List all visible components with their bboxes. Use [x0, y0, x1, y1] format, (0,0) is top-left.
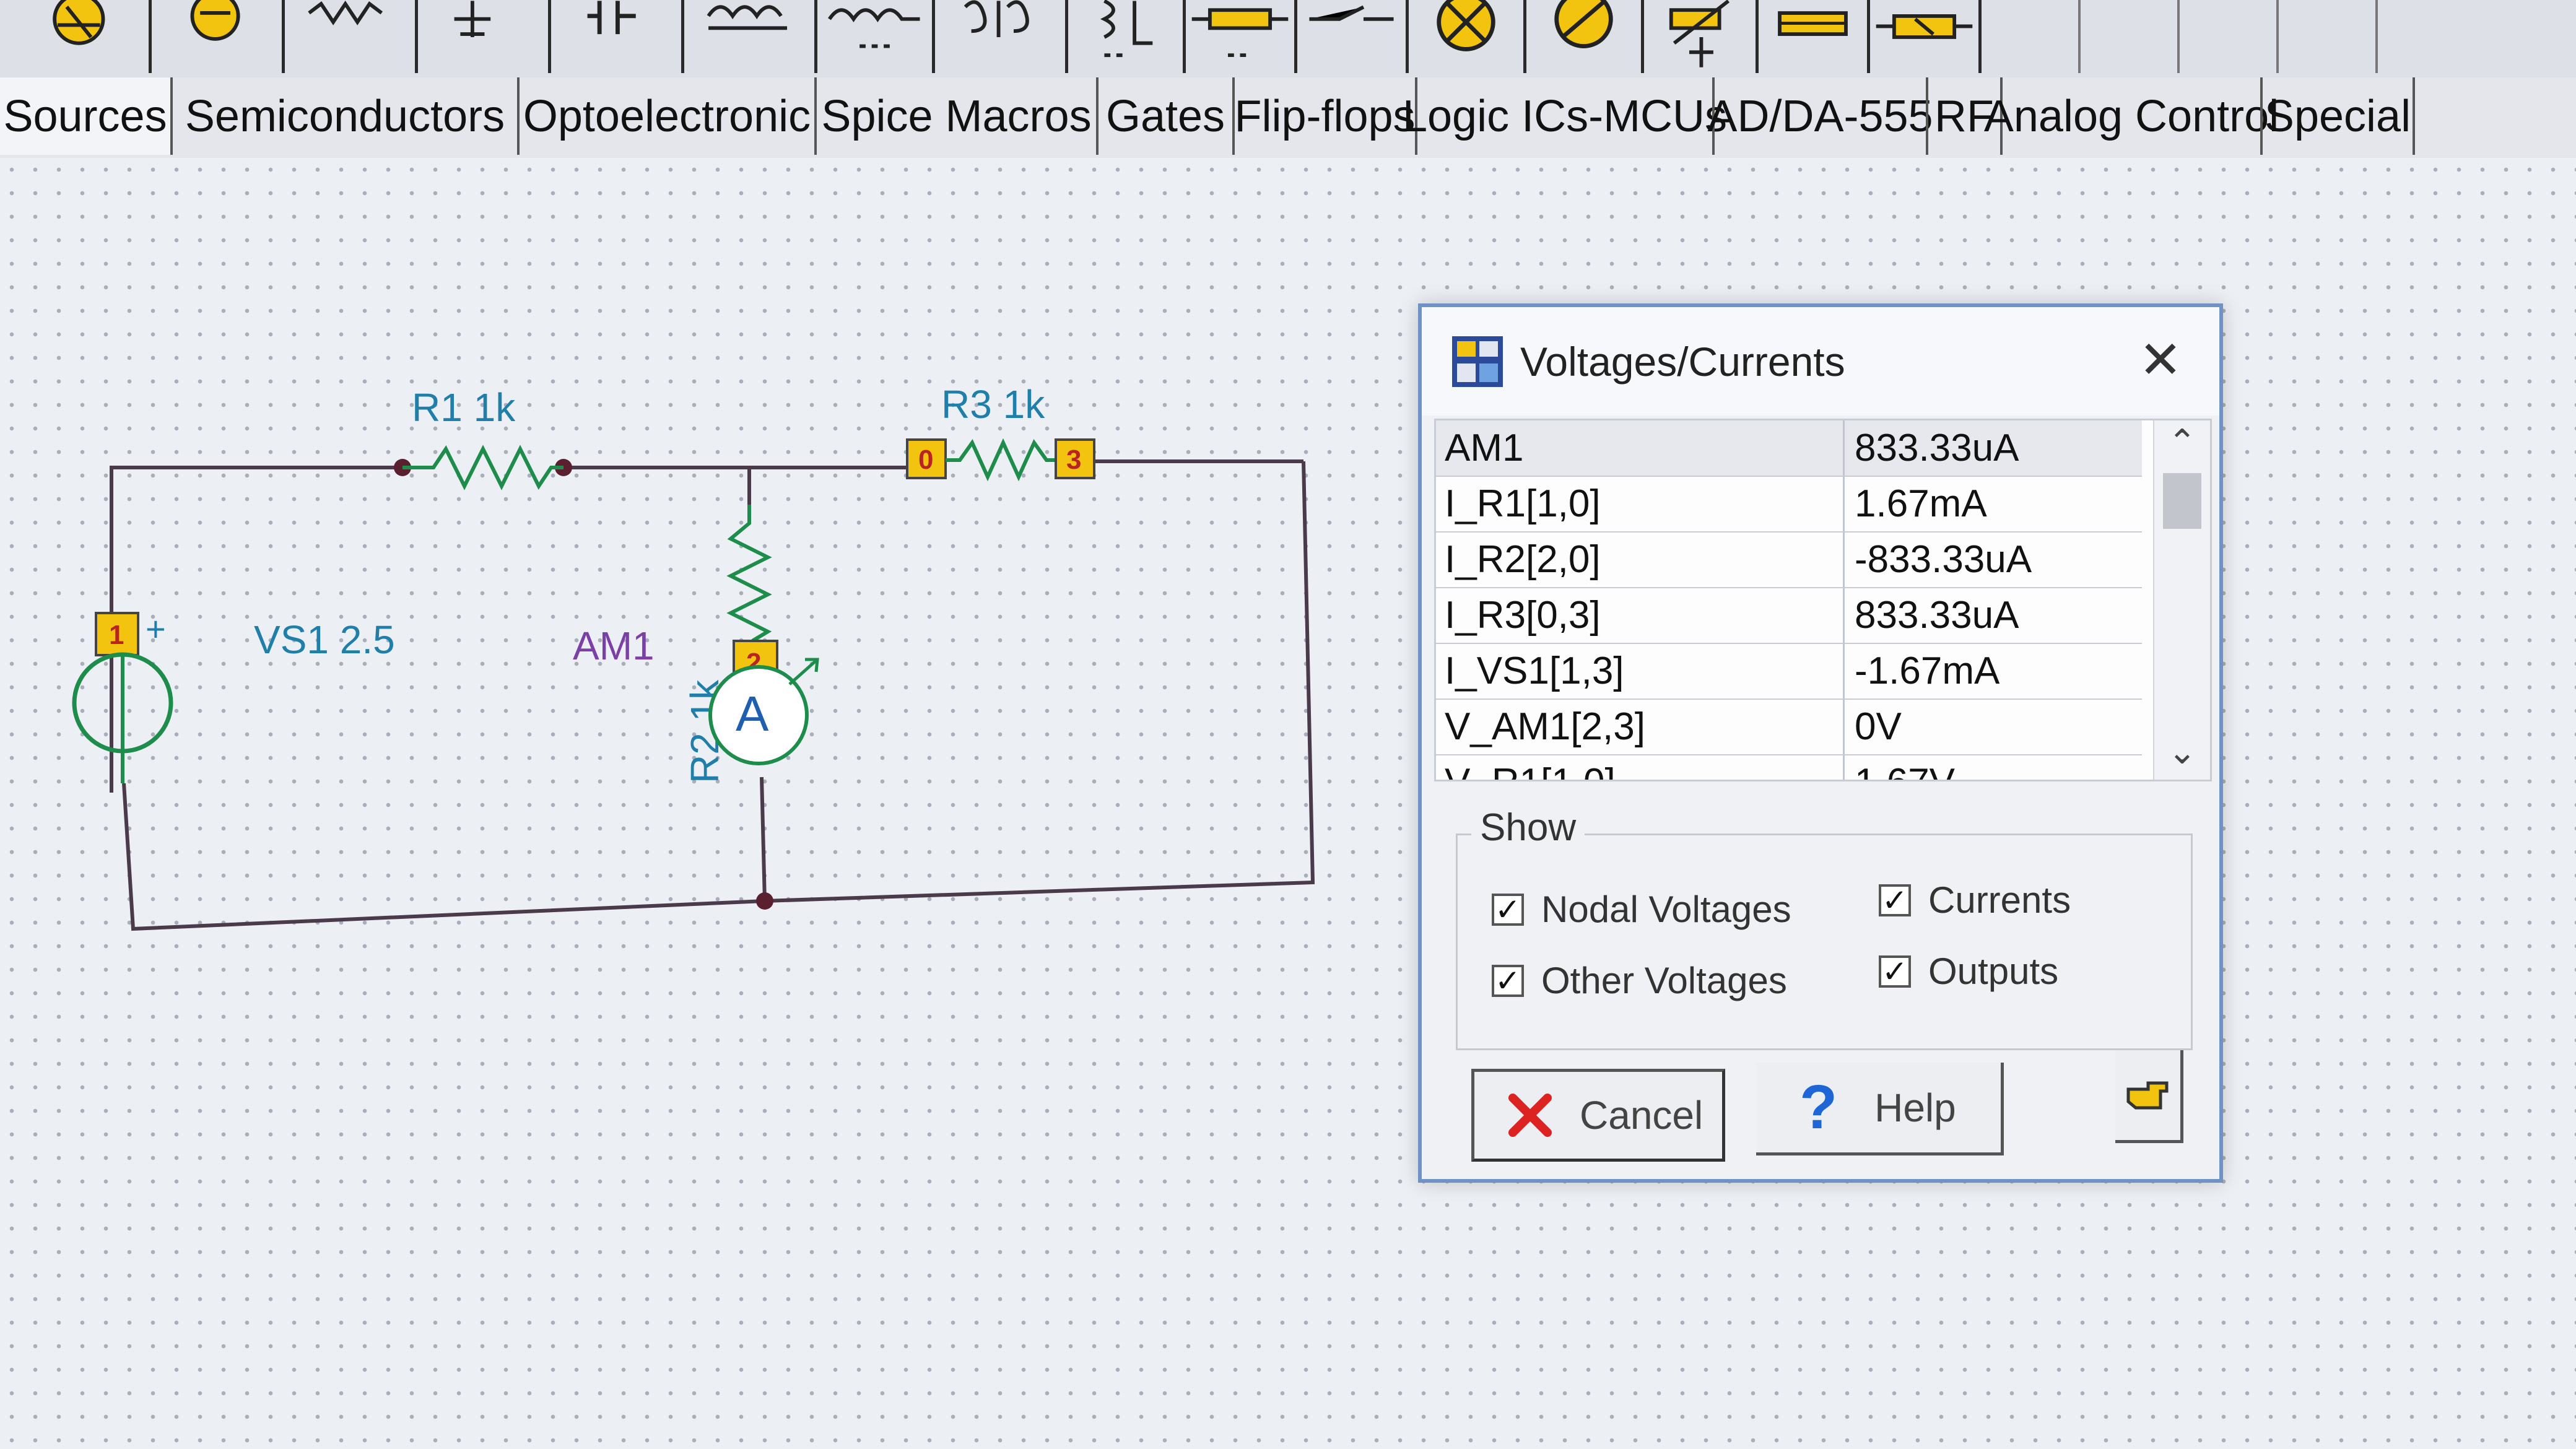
ammeter-arrow-icon [788, 658, 819, 685]
r1-label: R1 1k [412, 385, 516, 430]
list-scrollbar[interactable]: ⌃ ⌄ [2153, 420, 2210, 780]
outputs-checkbox[interactable]: ✓ Outputs [1879, 950, 2058, 993]
list-item[interactable]: I_VS1[1,3] -1.67mA [1436, 643, 2142, 700]
toolbar-empty-slot[interactable] [2180, 0, 2279, 73]
resistor-r1[interactable] [402, 445, 564, 490]
values-list[interactable]: AM1 833.33uA I_R1[1,0] 1.67mA I_R2[2,0] … [1434, 419, 2212, 781]
vs1-label: VS1 2.5 [254, 617, 395, 662]
list-item[interactable]: I_R2[2,0] -833.33uA [1436, 532, 2142, 588]
crystal-icon[interactable] [1186, 0, 1297, 73]
list-item[interactable]: AM1 833.33uA [1436, 420, 2142, 477]
toolbar-empty-slot[interactable] [2279, 0, 2378, 73]
list-item[interactable]: V_AM1[2,3] 0V [1436, 699, 2142, 755]
lamp-icon[interactable] [0, 0, 152, 73]
checkbox-checked[interactable]: ✓ [1879, 884, 1911, 916]
item-value: 833.33uA [1855, 427, 2019, 469]
dialog-title-bar[interactable]: Voltages/Currents ✕ [1422, 307, 2219, 416]
variable-resistor-icon[interactable] [1644, 0, 1759, 73]
item-name: AM1 [1436, 420, 1845, 476]
list-item[interactable]: I_R3[0,3] 833.33uA [1436, 588, 2142, 644]
checkbox-label: Outputs [1928, 951, 2059, 992]
lamp-x-icon[interactable] [1409, 0, 1526, 73]
tab-gates[interactable]: Gates [1096, 77, 1232, 155]
item-value: 0V [1855, 705, 1902, 748]
tab-optoelectronic[interactable]: Optoelectronic [517, 77, 814, 155]
ammeter-symbol: A [736, 686, 769, 741]
tab-analog-control[interactable]: Analog Control [1984, 77, 2279, 155]
pointing-hand-icon [2126, 1081, 2168, 1109]
help-button[interactable]: ? Help [1756, 1063, 2004, 1155]
tab-semiconductors[interactable]: Semiconductors [170, 77, 517, 155]
item-name: V_R1[1,0] [1436, 755, 1845, 780]
lamp-icon[interactable] [152, 0, 285, 73]
scrollbar-thumb[interactable] [2163, 473, 2201, 529]
currents-checkbox[interactable]: ✓ Currents [1879, 879, 2071, 921]
close-icon[interactable]: ✕ [2133, 332, 2188, 388]
inductor-icon[interactable] [684, 0, 817, 73]
potentiometer-icon[interactable] [418, 0, 551, 73]
tab-flip-flops[interactable]: Flip-flops [1232, 77, 1416, 155]
other-voltages-checkbox[interactable]: ✓ Other Voltages [1492, 959, 1787, 1002]
show-options-group: Show ✓ Nodal Voltages ✓ Other Voltages ✓… [1456, 806, 2193, 1050]
item-name: V_AM1[2,3] [1436, 699, 1845, 754]
dialog-title: Voltages/Currents [1520, 338, 1845, 385]
fuse-icon[interactable] [1759, 0, 1870, 73]
tab-spice-macros[interactable]: Spice Macros [814, 77, 1096, 155]
item-name: I_R1[1,0] [1436, 476, 1845, 531]
switch-icon[interactable] [1297, 0, 1409, 73]
checkbox-label: Currents [1928, 879, 2071, 921]
connector-icon[interactable] [1870, 0, 1982, 73]
toolbar-empty-slot[interactable] [1982, 0, 2081, 73]
cancel-label: Cancel [1580, 1093, 1704, 1138]
node-3-label: 3 [1066, 445, 1081, 475]
checkbox-label: Other Voltages [1541, 960, 1787, 1001]
tab-special[interactable]: Special [2260, 77, 2415, 155]
item-value: -1.67mA [1855, 650, 2000, 692]
resistor-r3[interactable] [946, 438, 1056, 482]
checkbox-checked[interactable]: ✓ [1492, 964, 1524, 997]
nodal-voltages-checkbox[interactable]: ✓ Nodal Voltages [1492, 888, 1791, 931]
tab-sources[interactable]: Sources [0, 77, 170, 155]
close-x-icon [1508, 1094, 1552, 1137]
checkbox-checked[interactable]: ✓ [1492, 893, 1524, 926]
item-value: 1.67mA [1855, 482, 1987, 525]
tab-logic-ics-mcus[interactable]: Logic ICs-MCUs [1403, 77, 1727, 155]
plus-sign: + [146, 609, 166, 648]
capacitor-icon[interactable] [551, 0, 684, 73]
item-value: -833.33uA [1855, 538, 2032, 581]
item-name: I_R3[0,3] [1436, 588, 1845, 643]
resistor-icon[interactable] [285, 0, 418, 73]
list-item[interactable]: I_R1[1,0] 1.67mA [1436, 476, 2142, 533]
r3-label: R3 1k [941, 382, 1045, 427]
item-value: 1.67V [1845, 755, 1955, 780]
component-tab-strip: Sources Semiconductors Optoelectronic Sp… [0, 77, 2576, 161]
coupled-inductor-icon[interactable] [1068, 0, 1186, 73]
help-label: Help [1874, 1085, 1956, 1130]
cancel-button[interactable]: Cancel [1471, 1069, 1725, 1162]
item-name: I_R2[2,0] [1436, 532, 1845, 587]
help-icon: ? [1799, 1073, 1838, 1142]
chevron-up-icon[interactable]: ⌃ [2154, 420, 2210, 464]
am1-label: AM1 [573, 624, 655, 668]
show-group-legend: Show [1471, 806, 1585, 850]
checkbox-label: Nodal Voltages [1541, 889, 1791, 930]
resistor-r2[interactable] [726, 505, 772, 643]
list-item[interactable]: V_R1[1,0] 1.67V [1436, 755, 2142, 780]
component-toolbar [0, 0, 2576, 80]
toolbar-empty-slot[interactable] [2081, 0, 2180, 73]
node-1-label: 1 [109, 620, 124, 650]
item-value: 833.33uA [1855, 594, 2019, 637]
meter-icon[interactable] [1526, 0, 1644, 73]
checkbox-checked[interactable]: ✓ [1879, 955, 1911, 988]
item-name: I_VS1[1,3] [1436, 643, 1845, 698]
transformer-icon[interactable] [817, 0, 935, 73]
voltages-currents-dialog: Voltages/Currents ✕ AM1 833.33uA I_R1[1,… [1418, 303, 2223, 1183]
app-icon [1452, 336, 1503, 387]
junction-dot [756, 892, 773, 910]
node-0-label: 0 [918, 445, 933, 475]
ok-button[interactable] [2115, 1050, 2183, 1143]
chevron-down-icon[interactable]: ⌄ [2154, 730, 2210, 773]
tab-ad-da-555[interactable]: AD/DA-555 [1707, 77, 1933, 155]
relay-icon[interactable] [935, 0, 1068, 73]
